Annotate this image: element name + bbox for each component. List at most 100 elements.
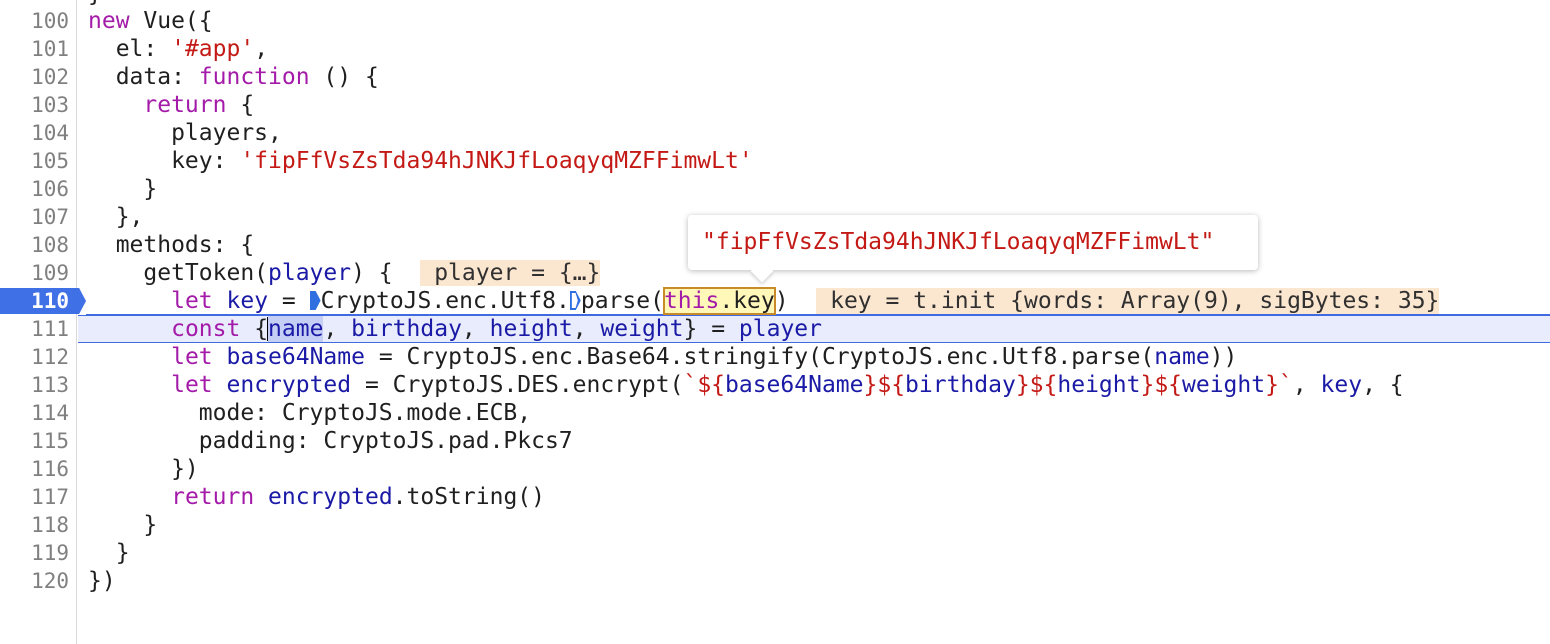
token-text: key: (88, 148, 241, 174)
code-line-101[interactable]: 101 el: '#app', (0, 35, 1550, 63)
line-number[interactable]: 118 (0, 511, 69, 539)
token-keyword: new (88, 8, 130, 34)
code-line-110[interactable]: 110 let key = CryptoJS.enc.Utf8. parse(th… (0, 287, 1550, 315)
line-number[interactable]: 100 (0, 7, 69, 35)
token-text: { (240, 316, 269, 342)
token-text: , { (1362, 372, 1404, 398)
line-number[interactable]: 111 (0, 315, 69, 343)
token-string: }` (1265, 372, 1293, 398)
code-line-104[interactable]: 104 players, (0, 119, 1550, 147)
token-text: parse( (580, 288, 664, 314)
token-string: }${ (863, 372, 906, 398)
token-string: 'fipFfVsZsTda94hJNKJfLoaqyqMZFFimwLt' (240, 148, 753, 174)
line-number[interactable]: 109 (0, 259, 69, 287)
token-variable: player (268, 260, 352, 286)
token-text: getToken( (88, 260, 269, 286)
token-variable: encrypted (226, 372, 352, 398)
token-text: ) { (351, 260, 421, 286)
inline-value-player[interactable]: player = {…} (420, 260, 601, 286)
token-variable: birthday (905, 372, 1016, 398)
line-number[interactable]: 106 (0, 175, 69, 203)
line-number[interactable]: 102 (0, 63, 69, 91)
token-keyword: let (171, 344, 213, 370)
token-text: CryptoJS.enc.Utf8. (320, 288, 570, 314)
token-text: ) (774, 288, 817, 314)
token-variable: key (226, 288, 269, 314)
token-text: .key (719, 288, 775, 314)
token-variable: player (738, 316, 822, 342)
popover-value[interactable]: "fipFfVsZsTda94hJNKJfLoaqyqMZFFimwLt" (702, 215, 1214, 270)
token-string: `${ (683, 372, 726, 398)
line-number[interactable]: 119 (0, 539, 69, 567)
code-line-103[interactable]: 103 return { (0, 91, 1550, 119)
line-number[interactable]: 116 (0, 455, 69, 483)
line-number[interactable]: 108 (0, 231, 69, 259)
code-line-105[interactable]: 105 key: 'fipFfVsZsTda94hJNKJfLoaqyqMZFF… (0, 147, 1550, 175)
line-number[interactable]: 105 (0, 147, 69, 175)
token-text: )) (1209, 344, 1238, 370)
line-number-active[interactable]: 110 (0, 287, 69, 315)
token-text: } = (683, 316, 739, 342)
token-text: }) (88, 456, 199, 482)
token-text: , (572, 316, 601, 342)
code-line-111[interactable]: 111 const {name, birthday, height, weigh… (0, 315, 1550, 343)
code-line-119[interactable]: 119 } (0, 539, 1550, 567)
value-popover[interactable]: "fipFfVsZsTda94hJNKJfLoaqyqMZFFimwLt" (688, 215, 1258, 283)
token-text: = CryptoJS.DES.encrypt( (351, 372, 684, 398)
token-text: Vue({ (129, 8, 213, 34)
code-line-100[interactable]: 100 new Vue({ (0, 7, 1550, 35)
token-variable: key (1320, 372, 1363, 398)
code-line-113[interactable]: 113 let encrypted = CryptoJS.DES.encrypt… (0, 371, 1550, 399)
line-number[interactable]: 101 (0, 35, 69, 63)
line-number[interactable]: 114 (0, 399, 69, 427)
line-number[interactable]: 120 (0, 567, 69, 595)
line-number[interactable]: 117 (0, 483, 69, 511)
token-text: , (461, 316, 490, 342)
code-line-116[interactable]: 116 }) (0, 455, 1550, 483)
line-number[interactable]: 107 (0, 203, 69, 231)
code-line-112[interactable]: 112 let base64Name = CryptoJS.enc.Base64… (0, 343, 1550, 371)
token-string: '#app' (171, 36, 255, 62)
token-variable: weight (600, 316, 684, 342)
line-number[interactable]: 113 (0, 371, 69, 399)
token-text: { (226, 92, 255, 118)
token-text: }) (88, 568, 116, 594)
inline-breakpoint-icon[interactable] (309, 291, 321, 310)
line-number[interactable]: 112 (0, 343, 69, 371)
code-line-118[interactable]: 118 } (0, 511, 1550, 539)
line-number[interactable]: 103 (0, 91, 69, 119)
line-number[interactable]: 104 (0, 119, 69, 147)
token-text: = CryptoJS.enc.Base64.stringify(CryptoJS… (364, 344, 1155, 370)
source-editor[interactable]: } 100 new Vue({ 101 el: '#app', 102 data… (0, 0, 1550, 644)
token-variable-selected[interactable]: name (268, 316, 324, 342)
token-text: padding: CryptoJS.pad.Pkcs7 (88, 428, 573, 454)
code-line-102[interactable]: 102 data: function () { (0, 63, 1550, 91)
code-line-120[interactable]: 120 }) (0, 567, 1550, 595)
code-line-114[interactable]: 114 mode: CryptoJS.mode.ECB, (0, 399, 1550, 427)
token-keyword: let (171, 372, 213, 398)
line-number[interactable]: 115 (0, 427, 69, 455)
code-line-117[interactable]: 117 return encrypted.toString() (0, 483, 1550, 511)
token-keyword: this (663, 288, 720, 314)
token-text: players, (88, 120, 282, 146)
token-keyword: return (143, 92, 227, 118)
inline-breakpoint-disabled-icon[interactable] (570, 291, 581, 310)
code-line-115[interactable]: 115 padding: CryptoJS.pad.Pkcs7 (0, 427, 1550, 455)
token-keyword: const (171, 316, 241, 342)
token-variable: height (489, 316, 573, 342)
token-text: , (323, 316, 352, 342)
token-variable: base64Name (725, 372, 864, 398)
code-line-106[interactable]: 106 } (0, 175, 1550, 203)
token-text: } (88, 176, 158, 202)
inline-value-key[interactable]: key = t.init {words: Array(9), sigBytes:… (816, 288, 1440, 314)
hovered-expression[interactable]: this.key (662, 287, 776, 315)
token-variable: base64Name (226, 344, 365, 370)
